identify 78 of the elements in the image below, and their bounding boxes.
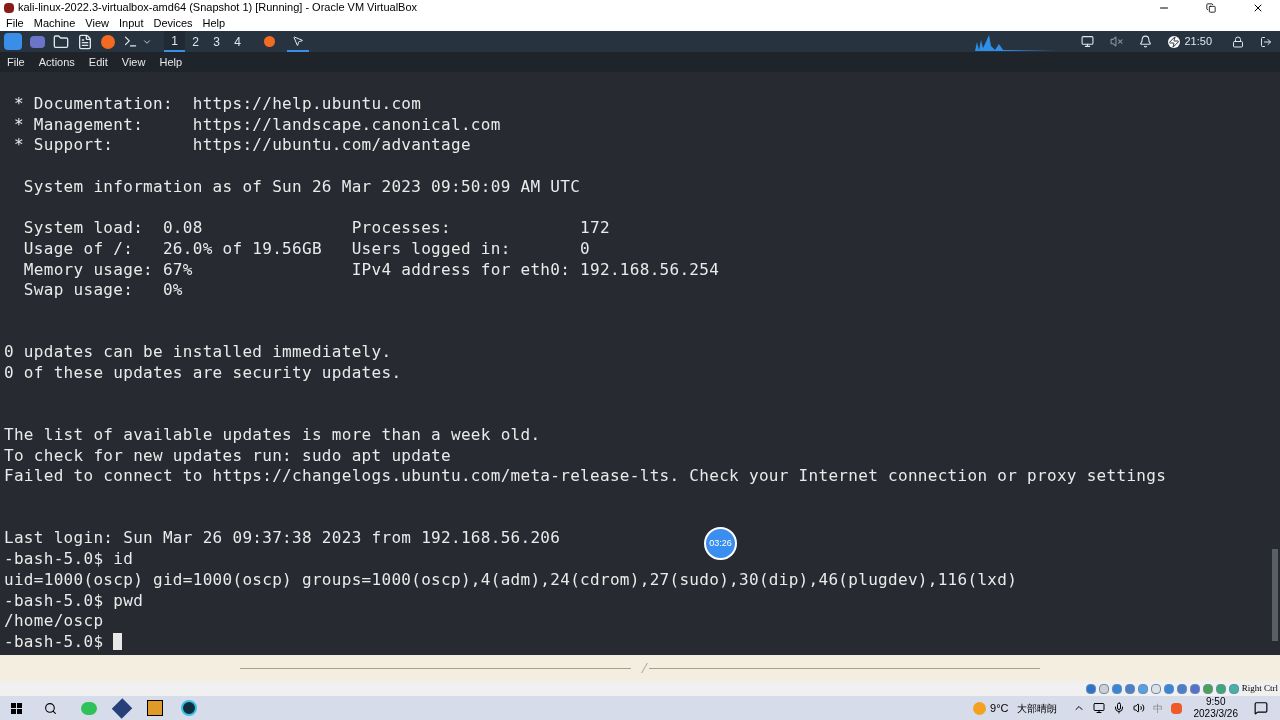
terminal-line: * Management: https://landscape.canonical.com <box>12 113 501 136</box>
speaker-icon[interactable] <box>1132 702 1145 714</box>
menu-item[interactable]: View <box>121 53 146 71</box>
terminal-line: * Documentation: https://help.ubuntu.com <box>12 93 422 116</box>
menu-item[interactable]: Input <box>118 14 144 32</box>
status-icon[interactable] <box>1202 683 1213 694</box>
taskbar-date: 2023/3/26 <box>1193 708 1238 720</box>
workspace-tab[interactable]: 4 <box>227 31 248 52</box>
desktop-icon[interactable] <box>30 35 45 48</box>
microphone-icon[interactable] <box>1112 702 1125 714</box>
menu-item[interactable]: Help <box>159 53 183 71</box>
status-icon[interactable] <box>1124 683 1135 694</box>
host-key-label: Right Ctrl <box>1241 681 1278 695</box>
terminal-line: The list of available updates is more than a week old. <box>4 424 541 447</box>
input-method-icon[interactable] <box>1170 702 1182 714</box>
terminal-line: * Support: https://ubuntu.com/advantage <box>12 134 471 157</box>
menu-item[interactable]: Edit <box>88 53 108 71</box>
window-title: kali-linux-2022.3-virtualbox-amd64 (Snapshot 1) [Running] - Oracle VM VirtualBox <box>18 0 419 16</box>
search-icon[interactable] <box>44 701 57 715</box>
start-icon[interactable] <box>11 702 22 714</box>
power-icon[interactable] <box>1168 35 1181 48</box>
weather-icon <box>973 701 987 715</box>
text-cursor <box>113 633 123 651</box>
terminal-line: Swap usage: 0% <box>22 279 183 302</box>
notification-icon[interactable] <box>1254 701 1268 715</box>
network-icon[interactable] <box>1092 702 1105 714</box>
workspace-tab[interactable]: 2 <box>185 31 206 52</box>
terminal-line: To check for new updates run: sudo apt update <box>4 444 451 467</box>
status-icon[interactable] <box>1189 683 1200 694</box>
weather-temperature: 9°C <box>990 700 1009 716</box>
terminal-line: Memory usage: 67% IPv4 address for eth0: 192.168.56.254 <box>22 258 720 281</box>
status-icon[interactable] <box>1111 683 1122 694</box>
shell-prompt: -bash-5.0$ <box>4 630 105 653</box>
terminal-line: System load: 0.08 Processes: 172 <box>22 217 610 240</box>
app-icon <box>4 2 14 13</box>
menu-item[interactable]: Help <box>202 14 226 32</box>
status-icon[interactable] <box>1150 683 1161 694</box>
scrollbar-thumb[interactable] <box>1272 549 1278 641</box>
terminal-icon[interactable] <box>123 34 138 49</box>
terminal-line: Last login: Sun Mar 26 09:37:38 2023 from 192.168.56.206 <box>4 527 561 550</box>
status-icon[interactable] <box>1098 683 1109 694</box>
terminal-line: Failed to connect to https://changelogs.ubuntu.com/meta-release-lts. Check your Internet connection or proxy settings <box>4 465 1167 488</box>
status-icon[interactable] <box>1137 683 1148 694</box>
terminal-line: /home/oscp <box>4 610 104 633</box>
display-icon[interactable] <box>1081 35 1095 48</box>
menu-item[interactable]: Machine <box>33 14 76 32</box>
panel-clock: 21:50 <box>1184 34 1212 50</box>
status-icon[interactable] <box>1085 683 1096 694</box>
terminal-line: 0 updates can be installed immediately. <box>4 341 392 364</box>
terminal-line: Usage of /: 26.0% of 19.56GB Users logged in: 0 <box>22 237 591 260</box>
bell-icon[interactable] <box>1139 35 1153 48</box>
pointer-icon <box>292 34 304 47</box>
app-icon[interactable] <box>181 700 197 716</box>
logout-icon[interactable] <box>1260 35 1272 48</box>
taskbar-time: 9:50 <box>1206 696 1226 708</box>
menu-item[interactable]: Devices <box>153 14 193 32</box>
app-icon[interactable] <box>147 700 163 716</box>
status-icon[interactable] <box>1176 683 1187 694</box>
weather-description: 大部晴朗 <box>1016 701 1057 716</box>
menu-item[interactable]: File <box>6 14 24 32</box>
terminal-line: -bash-5.0$ id <box>4 548 134 571</box>
status-icon[interactable] <box>1215 683 1226 694</box>
workspace-tab[interactable]: 1 <box>164 31 185 52</box>
menu-item[interactable]: File <box>7 53 25 71</box>
menu-item[interactable]: Actions <box>38 53 75 71</box>
restore-icon[interactable] <box>1206 2 1216 13</box>
terminal-line: System information as of Sun 26 Mar 2023 09:50:09 AM UTC <box>22 175 581 198</box>
status-icon[interactable] <box>1228 683 1239 694</box>
terminal-line: -bash-5.0$ pwd <box>4 589 144 612</box>
text-editor-icon[interactable] <box>77 33 93 50</box>
terminal-line: uid=1000(oscp) gid=1000(oscp) groups=1000(oscp),4(adm),24(cdrom),27(sudo),30(dip),46(plugdev),116(lxd) <box>4 568 1018 591</box>
muted-speaker-icon[interactable] <box>1110 35 1124 48</box>
lock-icon[interactable] <box>1232 35 1244 48</box>
status-icon[interactable] <box>1163 683 1174 694</box>
menu-item[interactable]: View <box>85 14 109 32</box>
workspace-tab[interactable]: 3 <box>206 31 227 52</box>
folder-icon[interactable] <box>53 33 69 50</box>
terminal-line: 0 of these updates are security updates. <box>4 361 402 384</box>
